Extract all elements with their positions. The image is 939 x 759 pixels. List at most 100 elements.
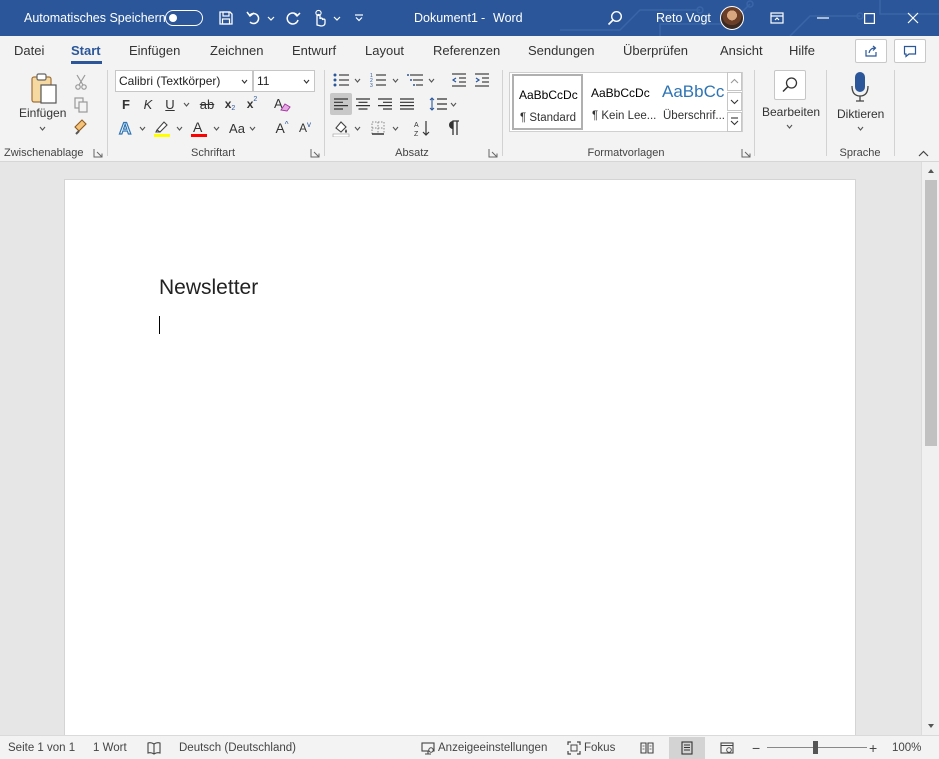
tab-ueberpruefen[interactable]: Überprüfen xyxy=(623,36,688,66)
copy-icon[interactable] xyxy=(72,94,90,116)
ribbon-display-options-icon[interactable] xyxy=(766,0,788,36)
multilevel-list-dropdown-icon[interactable] xyxy=(428,78,435,83)
tab-einfuegen[interactable]: Einfügen xyxy=(129,36,180,66)
align-left-icon[interactable] xyxy=(330,93,352,115)
styles-scroll-down[interactable] xyxy=(727,92,742,111)
paragraph-launcher-icon[interactable] xyxy=(488,148,498,158)
strikethrough-button[interactable]: ab xyxy=(197,93,217,115)
decrease-indent-icon[interactable] xyxy=(449,69,469,91)
justify-icon[interactable] xyxy=(397,93,417,115)
underline-dropdown-icon[interactable] xyxy=(183,102,190,107)
line-spacing-dropdown-icon[interactable] xyxy=(450,102,457,107)
style-standard[interactable]: AaBbCcDc ¶ Standard xyxy=(512,74,583,130)
document-heading[interactable]: Newsletter xyxy=(159,276,258,300)
clipboard-launcher-icon[interactable] xyxy=(93,148,103,158)
paste-button[interactable] xyxy=(24,72,64,106)
style-heading-1[interactable]: AaBbCc Überschrif... xyxy=(657,74,728,130)
multilevel-list-icon[interactable] xyxy=(405,69,425,91)
paste-dropdown-icon[interactable] xyxy=(39,126,46,131)
print-layout-button[interactable] xyxy=(669,737,705,759)
minimize-icon[interactable] xyxy=(810,0,836,36)
format-painter-icon[interactable] xyxy=(72,116,90,138)
styles-more[interactable] xyxy=(727,112,742,132)
change-case-button[interactable]: Aa xyxy=(226,117,248,139)
search-icon[interactable] xyxy=(604,0,626,36)
shading-icon[interactable] xyxy=(331,117,351,139)
style-no-spacing[interactable]: AaBbCcDc ¶ Kein Lee... xyxy=(586,74,657,130)
align-center-icon[interactable] xyxy=(353,93,373,115)
web-layout-icon[interactable] xyxy=(720,741,734,755)
highlight-icon[interactable] xyxy=(152,117,172,139)
bullets-dropdown-icon[interactable] xyxy=(354,78,361,83)
scrollbar-thumb[interactable] xyxy=(925,180,937,446)
tab-referenzen[interactable]: Referenzen xyxy=(433,36,500,66)
undo-dropdown-icon[interactable] xyxy=(265,0,277,36)
focus-icon[interactable] xyxy=(567,741,581,755)
zoom-in-button[interactable]: + xyxy=(869,736,877,759)
font-size-combo[interactable]: 11 xyxy=(253,70,315,92)
display-settings-label[interactable]: Anzeigeeinstellungen xyxy=(438,736,547,759)
styles-launcher-icon[interactable] xyxy=(741,148,751,158)
scroll-up-icon[interactable] xyxy=(926,166,936,176)
customize-qat-icon[interactable] xyxy=(351,0,367,36)
maximize-icon[interactable] xyxy=(856,0,882,36)
proofing-icon[interactable] xyxy=(147,741,161,755)
tab-sendungen[interactable]: Sendungen xyxy=(528,36,595,66)
avatar[interactable] xyxy=(720,6,744,30)
styles-scroll-up[interactable] xyxy=(727,72,742,91)
touch-mode-dropdown-icon[interactable] xyxy=(331,0,343,36)
borders-dropdown-icon[interactable] xyxy=(392,126,399,131)
focus-label[interactable]: Fokus xyxy=(584,736,615,759)
highlight-dropdown-icon[interactable] xyxy=(176,126,183,131)
text-effects-dropdown-icon[interactable] xyxy=(139,126,146,131)
paste-label[interactable]: Einfügen xyxy=(19,106,66,120)
dictate-label[interactable]: Diktieren xyxy=(837,107,884,121)
font-color-dropdown-icon[interactable] xyxy=(213,126,220,131)
language[interactable]: Deutsch (Deutschland) xyxy=(179,736,296,759)
editing-dropdown-icon[interactable] xyxy=(786,124,793,129)
comments-button[interactable] xyxy=(894,39,926,63)
bullets-icon[interactable] xyxy=(331,69,351,91)
tab-layout[interactable]: Layout xyxy=(365,36,404,66)
collapse-ribbon-icon[interactable] xyxy=(918,150,929,157)
subscript-button[interactable]: x2 xyxy=(221,93,239,115)
shrink-font-button[interactable]: Av xyxy=(295,117,315,139)
italic-button[interactable]: K xyxy=(139,93,157,115)
display-settings-icon[interactable] xyxy=(421,741,435,755)
zoom-out-button[interactable]: − xyxy=(752,736,760,759)
redo-icon[interactable] xyxy=(283,0,303,36)
change-case-dropdown-icon[interactable] xyxy=(249,126,256,131)
grow-font-button[interactable]: A ^ xyxy=(272,117,292,139)
show-formatting-icon[interactable] xyxy=(444,117,464,139)
tab-datei[interactable]: Datei xyxy=(14,36,44,66)
shading-dropdown-icon[interactable] xyxy=(354,126,361,131)
increase-indent-icon[interactable] xyxy=(472,69,492,91)
save-icon[interactable] xyxy=(215,0,237,36)
cut-icon[interactable] xyxy=(72,71,90,93)
sort-icon[interactable]: AZ xyxy=(412,117,434,139)
share-button[interactable] xyxy=(855,39,887,63)
document-page[interactable]: Newsletter xyxy=(64,179,856,735)
touch-mode-icon[interactable] xyxy=(309,0,329,36)
bold-button[interactable]: F xyxy=(117,93,135,115)
underline-button[interactable]: U xyxy=(161,93,179,115)
borders-icon[interactable] xyxy=(368,117,388,139)
text-effects-icon[interactable]: A xyxy=(116,117,136,139)
close-icon[interactable] xyxy=(900,0,926,36)
zoom-slider-thumb[interactable] xyxy=(813,741,818,754)
tab-entwurf[interactable]: Entwurf xyxy=(292,36,336,66)
align-right-icon[interactable] xyxy=(375,93,395,115)
dictate-button[interactable] xyxy=(846,70,874,104)
numbering-dropdown-icon[interactable] xyxy=(392,78,399,83)
autosave-toggle[interactable] xyxy=(165,10,203,26)
user-name[interactable]: Reto Vogt xyxy=(656,0,711,36)
undo-icon[interactable] xyxy=(244,0,264,36)
read-mode-icon[interactable] xyxy=(640,741,654,755)
zoom-level[interactable]: 100% xyxy=(892,736,921,759)
page-count[interactable]: Seite 1 von 1 xyxy=(8,736,75,759)
line-spacing-icon[interactable] xyxy=(427,93,449,115)
superscript-button[interactable]: x2 xyxy=(243,93,261,115)
numbering-icon[interactable]: 123 xyxy=(368,69,388,91)
scroll-down-icon[interactable] xyxy=(926,721,936,731)
clear-formatting-icon[interactable]: A xyxy=(271,93,293,115)
